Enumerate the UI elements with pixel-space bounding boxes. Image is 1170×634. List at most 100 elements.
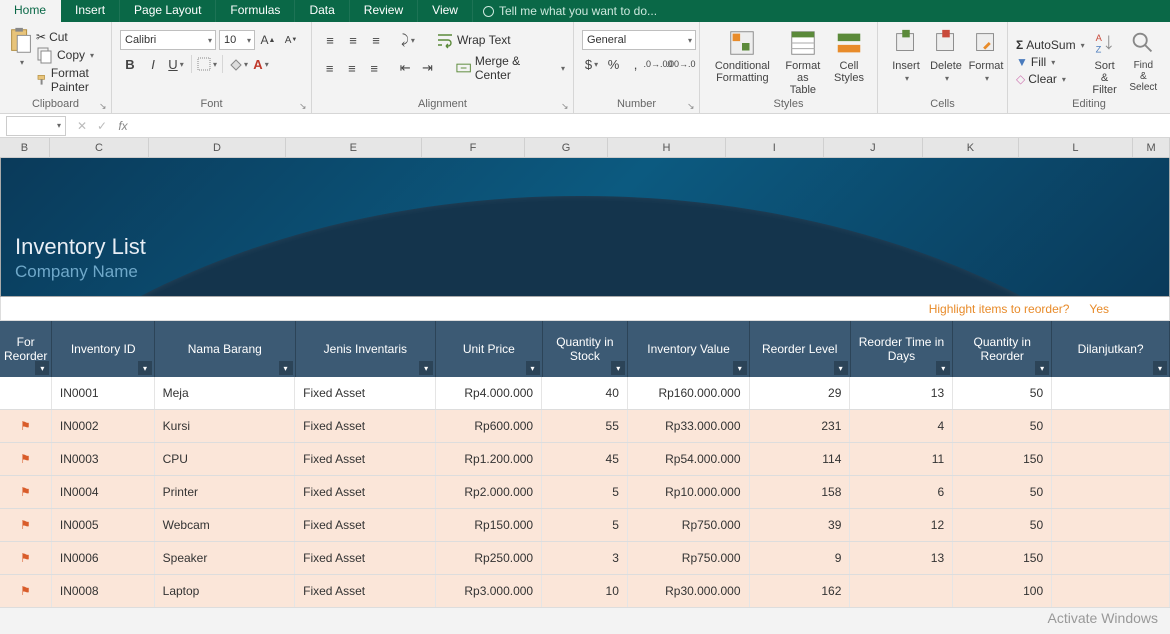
column-header-M[interactable]: M	[1133, 138, 1170, 157]
formula-input[interactable]	[134, 116, 1170, 136]
table-cell[interactable]: 162	[750, 575, 851, 607]
table-cell[interactable]: Rp2.000.000	[436, 476, 543, 508]
tab-page-layout[interactable]: Page Layout	[120, 0, 216, 22]
autosum-button[interactable]: ΣAutoSum▾	[1016, 38, 1085, 52]
tab-home[interactable]: Home	[0, 0, 61, 22]
font-name-combo[interactable]: Calibri▾	[120, 30, 216, 50]
decrease-indent-button[interactable]: ⇤	[396, 58, 415, 78]
table-cell[interactable]: Fixed Asset	[295, 377, 435, 409]
table-cell[interactable]: Fixed Asset	[295, 542, 435, 574]
table-row[interactable]: ⚑IN0002KursiFixed AssetRp600.00055Rp33.0…	[0, 410, 1170, 443]
tell-me-search[interactable]: Tell me what you want to do...	[473, 0, 657, 22]
table-cell[interactable]: IN0008	[52, 575, 155, 607]
table-cell[interactable]: 150	[953, 542, 1052, 574]
table-cell[interactable]	[1052, 476, 1170, 508]
increase-indent-button[interactable]: ⇥	[418, 58, 437, 78]
table-cell[interactable]: 50	[953, 410, 1052, 442]
delete-cells-button[interactable]: Delete▾	[926, 26, 966, 98]
accounting-format-button[interactable]: $▾	[582, 54, 601, 74]
table-cell[interactable]	[1052, 443, 1170, 475]
table-cell[interactable]: 3	[542, 542, 628, 574]
tab-insert[interactable]: Insert	[61, 0, 120, 22]
paste-button[interactable]: ▾	[8, 26, 34, 98]
table-cell[interactable]: Rp30.000.000	[628, 575, 750, 607]
filter-button[interactable]: ▾	[936, 361, 950, 375]
table-cell[interactable]: Fixed Asset	[295, 476, 435, 508]
table-cell[interactable]: Rp250.000	[436, 542, 543, 574]
column-header-I[interactable]: I	[726, 138, 824, 157]
table-cell[interactable]: CPU	[155, 443, 295, 475]
column-header-E[interactable]: E	[286, 138, 422, 157]
table-cell[interactable]: 158	[750, 476, 851, 508]
format-cells-button[interactable]: Format▾	[966, 26, 1006, 98]
filter-button[interactable]: ▾	[611, 361, 625, 375]
table-cell[interactable]: 9	[750, 542, 851, 574]
percent-button[interactable]: %	[604, 54, 623, 74]
table-cell[interactable]: Rp3.000.000	[436, 575, 543, 607]
align-top-button[interactable]: ≡	[320, 30, 340, 50]
table-cell[interactable]: 5	[542, 509, 628, 541]
filter-button[interactable]: ▾	[279, 361, 293, 375]
table-cell[interactable]: 55	[542, 410, 628, 442]
table-cell[interactable]: 39	[750, 509, 851, 541]
table-cell[interactable]: Webcam	[155, 509, 295, 541]
table-cell[interactable]	[1052, 410, 1170, 442]
table-cell[interactable]: 6	[850, 476, 953, 508]
table-cell[interactable]	[850, 575, 953, 607]
format-painter-button[interactable]: Format Painter	[36, 66, 103, 94]
table-cell[interactable]: Rp160.000.000	[628, 377, 750, 409]
reorder-answer-cell[interactable]: Yes	[1089, 302, 1109, 316]
column-header-F[interactable]: F	[422, 138, 525, 157]
filter-button[interactable]: ▾	[419, 361, 433, 375]
table-cell[interactable]: IN0005	[52, 509, 155, 541]
enter-formula-button[interactable]: ✓	[92, 119, 112, 133]
table-cell[interactable]: ⚑	[0, 575, 52, 607]
table-cell[interactable]: Rp750.000	[628, 509, 750, 541]
filter-button[interactable]: ▾	[526, 361, 540, 375]
cancel-formula-button[interactable]: ✕	[72, 119, 92, 133]
table-cell[interactable]: 12	[850, 509, 953, 541]
table-cell[interactable]: ⚑	[0, 476, 52, 508]
insert-cells-button[interactable]: Insert▾	[886, 26, 926, 98]
fill-color-button[interactable]: ▾	[228, 54, 248, 74]
table-cell[interactable]	[1052, 542, 1170, 574]
column-header-K[interactable]: K	[923, 138, 1019, 157]
table-cell[interactable]: Kursi	[155, 410, 295, 442]
increase-decimal-button[interactable]: .0→.00	[648, 54, 668, 74]
italic-button[interactable]: I	[143, 54, 163, 74]
find-select-button[interactable]: Find & Select	[1125, 26, 1162, 98]
table-cell[interactable]: 150	[953, 443, 1052, 475]
filter-button[interactable]: ▾	[1153, 361, 1167, 375]
column-header-J[interactable]: J	[824, 138, 924, 157]
table-cell[interactable]: IN0001	[52, 377, 155, 409]
table-row[interactable]: ⚑IN0008LaptopFixed AssetRp3.000.00010Rp3…	[0, 575, 1170, 608]
alignment-dialog-launcher[interactable]: ↘	[561, 101, 571, 111]
table-cell[interactable]: IN0002	[52, 410, 155, 442]
table-cell[interactable]	[1052, 377, 1170, 409]
table-cell[interactable]	[1052, 575, 1170, 607]
wrap-text-button[interactable]: Wrap Text	[436, 31, 511, 49]
orientation-button[interactable]: ⤸▾	[398, 30, 418, 50]
column-header-C[interactable]: C	[50, 138, 150, 157]
table-cell[interactable]: IN0004	[52, 476, 155, 508]
table-cell[interactable]: Fixed Asset	[295, 575, 435, 607]
comma-button[interactable]: ,	[626, 54, 645, 74]
table-cell[interactable]: 5	[542, 476, 628, 508]
table-row[interactable]: ⚑IN0005WebcamFixed AssetRp150.0005Rp750.…	[0, 509, 1170, 542]
align-bottom-button[interactable]: ≡	[366, 30, 386, 50]
table-cell[interactable]: Speaker	[155, 542, 295, 574]
table-cell[interactable]	[0, 377, 52, 409]
align-middle-button[interactable]: ≡	[343, 30, 363, 50]
font-size-combo[interactable]: 10▾	[219, 30, 255, 50]
table-cell[interactable]: 50	[953, 377, 1052, 409]
table-cell[interactable]: ⚑	[0, 509, 52, 541]
table-cell[interactable]: Rp750.000	[628, 542, 750, 574]
conditional-formatting-button[interactable]: Conditional Formatting	[708, 26, 777, 98]
table-cell[interactable]: 114	[750, 443, 851, 475]
table-row[interactable]: ⚑IN0004PrinterFixed AssetRp2.000.0005Rp1…	[0, 476, 1170, 509]
decrease-font-button[interactable]: A▼	[281, 30, 301, 50]
tab-review[interactable]: Review	[350, 0, 418, 22]
number-dialog-launcher[interactable]: ↘	[687, 101, 697, 111]
number-format-combo[interactable]: General▾	[582, 30, 696, 50]
table-cell[interactable]: Printer	[155, 476, 295, 508]
